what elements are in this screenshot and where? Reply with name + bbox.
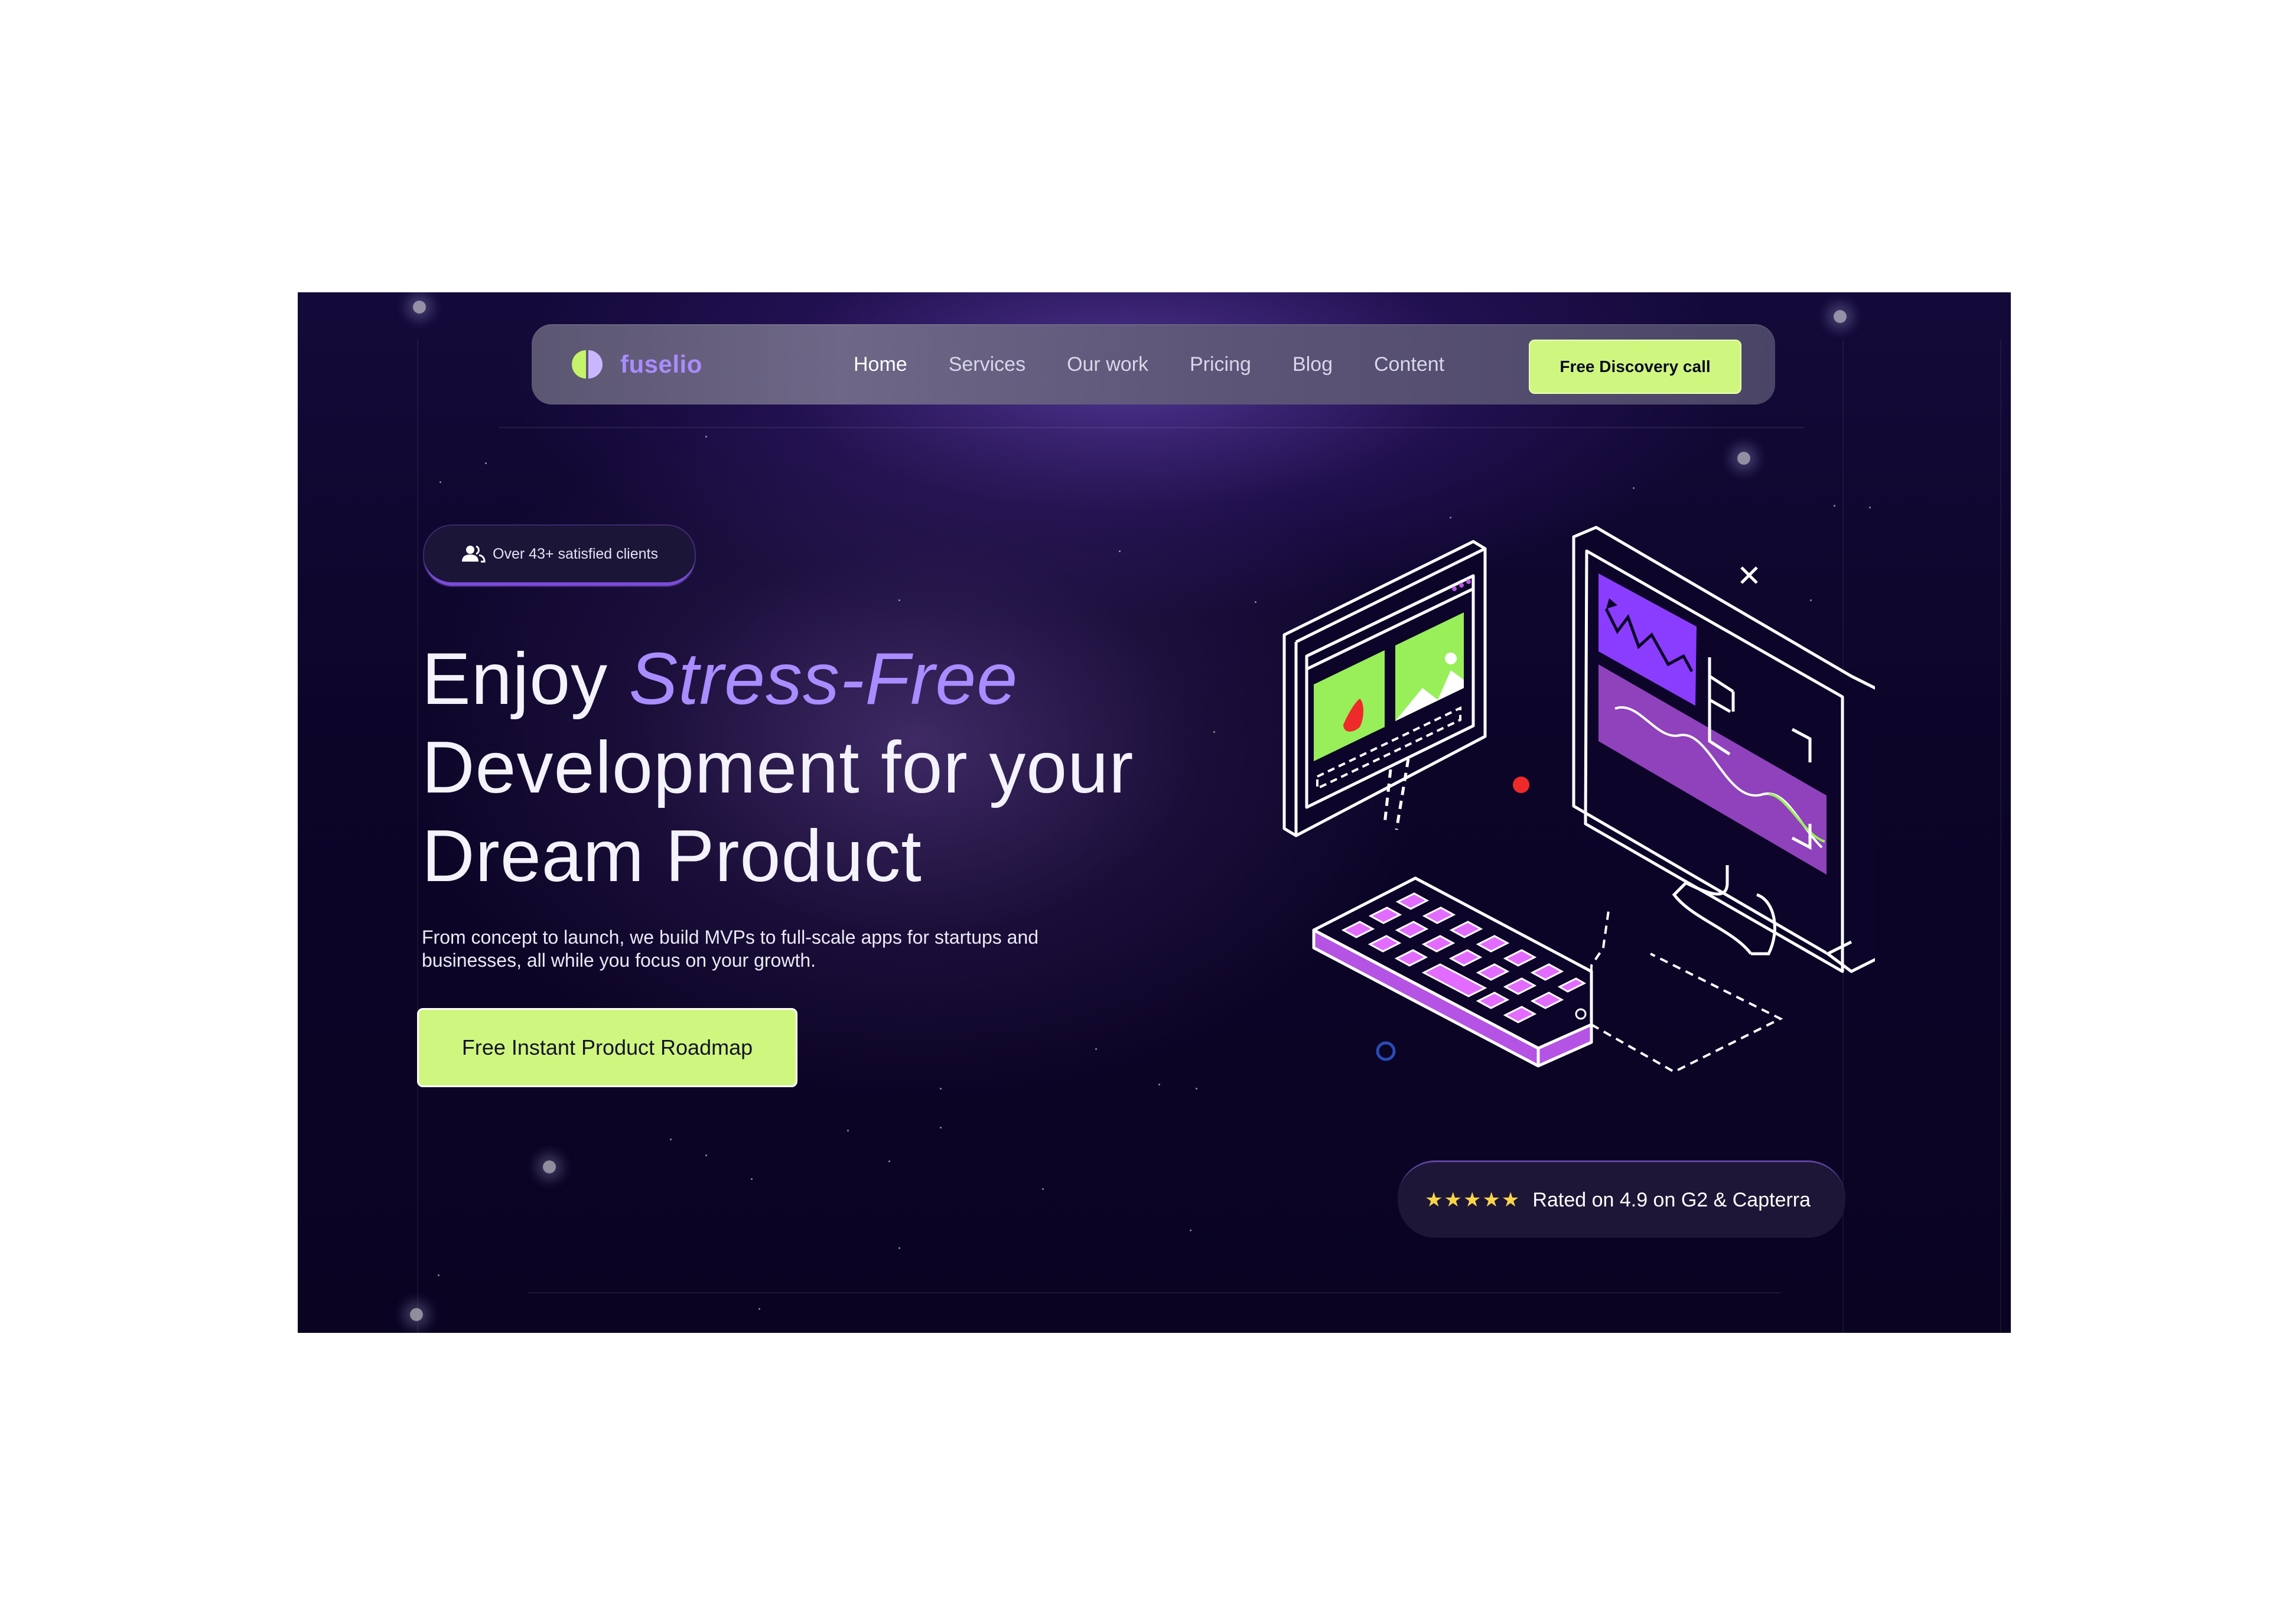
star (1196, 1088, 1197, 1090)
nav-link-blog[interactable]: Blog (1292, 353, 1333, 376)
navbar: fuselio Home Services Our work Pricing B… (532, 324, 1775, 405)
star-glow (1834, 310, 1847, 323)
logo[interactable]: fuselio (571, 348, 702, 381)
star (940, 1088, 942, 1090)
discovery-call-button[interactable]: Free Discovery call (1529, 340, 1741, 394)
headline-prefix: Enjoy (422, 638, 629, 720)
star (751, 1178, 753, 1180)
star (1119, 550, 1121, 552)
star (898, 1247, 900, 1249)
star (758, 1308, 760, 1310)
star-icon: ★★★★★ (1425, 1189, 1521, 1211)
blue-ring (1376, 1041, 1396, 1061)
users-icon (462, 545, 486, 563)
grid-line (417, 340, 418, 1333)
headline-accent: Stress-Free (629, 638, 1018, 720)
star (439, 481, 441, 483)
nav-link-pricing[interactable]: Pricing (1190, 353, 1251, 376)
nav-links: Home Services Our work Pricing Blog Cont… (854, 324, 1486, 405)
nav-link-content[interactable]: Content (1374, 353, 1444, 376)
star-glow (1737, 452, 1750, 465)
star (1255, 601, 1256, 603)
star (888, 1160, 890, 1162)
star-glow (543, 1160, 556, 1173)
star (1869, 507, 1871, 508)
logo-mark-icon (572, 350, 603, 379)
star (940, 1127, 942, 1129)
hero-subtext: From concept to launch, we build MVPs to… (422, 927, 1039, 971)
star (705, 1155, 707, 1156)
nav-link-our-work[interactable]: Our work (1067, 353, 1148, 376)
star (485, 462, 487, 464)
nav-link-services[interactable]: Services (949, 353, 1025, 376)
star (1834, 505, 1835, 507)
rating-text: Rated on 4.9 on G2 & Capterra (1532, 1188, 1811, 1211)
logo-text: fuselio (620, 350, 702, 378)
hero-headline: Enjoy Stress-Free Development for your D… (422, 635, 1219, 901)
computer-illustration (1282, 526, 1875, 1074)
star (1095, 1048, 1097, 1050)
star (1190, 1230, 1191, 1231)
star (1633, 487, 1635, 489)
red-dot (1513, 777, 1529, 793)
clients-badge: Over 43+ satisfied clients (424, 526, 695, 586)
star-glow (413, 301, 426, 314)
star (438, 1274, 439, 1276)
star (1042, 1188, 1044, 1190)
divider (528, 1292, 1780, 1293)
clients-badge-text: Over 43+ satisfied clients (493, 545, 658, 562)
star (847, 1130, 849, 1131)
star (898, 599, 900, 601)
star (705, 436, 707, 438)
hero-section: fuselio Home Services Our work Pricing B… (298, 292, 2011, 1333)
star-glow (410, 1308, 423, 1321)
monitor-cross (1740, 566, 1758, 584)
product-roadmap-button[interactable]: Free Instant Product Roadmap (417, 1008, 797, 1087)
divider (499, 427, 1804, 428)
star (1158, 1084, 1160, 1085)
headline-line-3: Dream Product (422, 816, 922, 897)
nav-link-home[interactable]: Home (854, 353, 907, 376)
connector-dashes (1590, 906, 1783, 1074)
grid-line (2000, 340, 2001, 1333)
star (670, 1139, 672, 1140)
headline-line-2: Development for your (422, 727, 1134, 808)
rating-badge: ★★★★★ Rated on 4.9 on G2 & Capterra (1398, 1160, 1845, 1238)
